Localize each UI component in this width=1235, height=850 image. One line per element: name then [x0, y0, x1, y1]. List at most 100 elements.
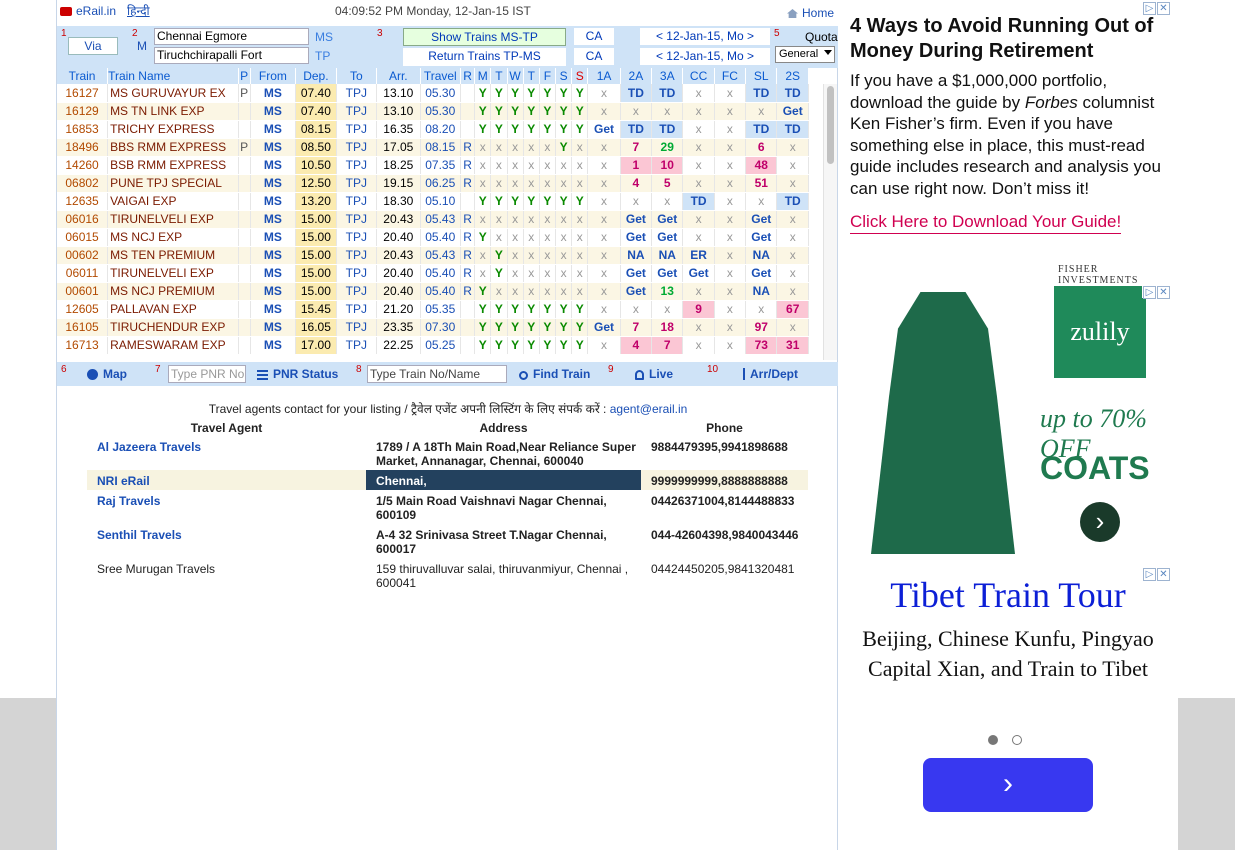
class-availability[interactable]: TD: [620, 84, 653, 103]
ad-download-link[interactable]: Click Here to Download Your Guide!: [850, 212, 1122, 234]
train-number[interactable]: 00602: [57, 246, 109, 265]
train-name[interactable]: TIRUCHENDUR EXP: [107, 318, 239, 337]
class-availability[interactable]: x: [714, 246, 747, 265]
column-header[interactable]: Travel: [420, 68, 462, 84]
table-row[interactable]: 18496 BBS RMM EXPRESS P MS 08.50 TPJ 17.05 08.1…: [57, 138, 809, 157]
class-availability[interactable]: x: [745, 102, 778, 121]
class-availability[interactable]: x: [714, 228, 747, 247]
class-availability[interactable]: Get: [587, 120, 621, 139]
zulily-ad[interactable]: zulily up to 70% OFF COATS ›: [840, 284, 1176, 562]
live-button[interactable]: Live: [635, 367, 673, 381]
class-availability[interactable]: 73: [745, 336, 778, 355]
column-header[interactable]: From: [250, 68, 297, 84]
class-availability[interactable]: 97: [745, 318, 778, 337]
class-availability[interactable]: x: [587, 156, 621, 175]
class-availability[interactable]: x: [682, 138, 715, 157]
train-number[interactable]: 12605: [57, 300, 109, 319]
column-header[interactable]: 2S: [776, 68, 809, 84]
ca-button[interactable]: CA: [574, 28, 614, 45]
class-availability[interactable]: TD: [682, 192, 715, 211]
class-availability[interactable]: Get: [745, 228, 778, 247]
class-availability[interactable]: 5: [651, 174, 684, 193]
class-availability[interactable]: Get: [651, 264, 684, 283]
column-header[interactable]: 3A: [651, 68, 684, 84]
class-availability[interactable]: Get: [651, 228, 684, 247]
class-availability[interactable]: 51: [745, 174, 778, 193]
class-availability[interactable]: x: [587, 192, 621, 211]
train-number[interactable]: 14260: [57, 156, 109, 175]
class-availability[interactable]: x: [682, 174, 715, 193]
class-availability[interactable]: x: [651, 300, 684, 319]
train-name[interactable]: BBS RMM EXPRESS: [107, 138, 239, 157]
class-availability[interactable]: x: [682, 210, 715, 229]
table-row[interactable]: 16853 TRICHY EXPRESS MS 08.15 TPJ 16.35 08.20 Y…: [57, 120, 809, 139]
class-availability[interactable]: x: [776, 228, 809, 247]
class-availability[interactable]: Get: [745, 210, 778, 229]
train-number[interactable]: 16713: [57, 336, 109, 355]
column-header[interactable]: CC: [682, 68, 715, 84]
class-availability[interactable]: x: [714, 336, 747, 355]
quota-select[interactable]: General: [775, 46, 835, 63]
class-availability[interactable]: x: [587, 138, 621, 157]
class-availability[interactable]: x: [745, 300, 778, 319]
class-availability[interactable]: x: [651, 102, 684, 121]
column-header[interactable]: P: [238, 68, 251, 84]
class-availability[interactable]: 31: [776, 336, 809, 355]
class-availability[interactable]: x: [651, 192, 684, 211]
train-name[interactable]: PUNE TPJ SPECIAL: [107, 174, 239, 193]
hindi-link[interactable]: हिन्दी: [127, 2, 150, 19]
class-availability[interactable]: 7: [620, 138, 653, 157]
class-availability[interactable]: x: [620, 192, 653, 211]
class-availability[interactable]: x: [587, 102, 621, 121]
class-availability[interactable]: x: [587, 228, 621, 247]
column-header[interactable]: 2A: [620, 68, 653, 84]
tibet-ad[interactable]: Tibet Train Tour Beijing, Chinese Kunfu,…: [838, 574, 1178, 812]
class-availability[interactable]: NA: [745, 282, 778, 301]
class-availability[interactable]: x: [682, 336, 715, 355]
table-row[interactable]: 16713 RAMESWARAM EXP MS 17.00 TPJ 22.25 05.25 Y…: [57, 336, 809, 355]
train-name[interactable]: TIRUNELVELI EXP: [107, 264, 239, 283]
train-number[interactable]: 06015: [57, 228, 109, 247]
class-availability[interactable]: x: [776, 282, 809, 301]
train-number[interactable]: 00601: [57, 282, 109, 301]
class-availability[interactable]: 13: [651, 282, 684, 301]
class-availability[interactable]: TD: [776, 192, 809, 211]
class-availability[interactable]: x: [682, 282, 715, 301]
column-header[interactable]: F: [539, 68, 557, 84]
class-availability[interactable]: 67: [776, 300, 809, 319]
train-name[interactable]: MS NCJ EXP: [107, 228, 239, 247]
column-header[interactable]: T: [523, 68, 540, 84]
class-availability[interactable]: Get: [620, 210, 653, 229]
column-header[interactable]: M: [474, 68, 492, 84]
train-name[interactable]: MS TN LINK EXP: [107, 102, 239, 121]
train-name[interactable]: RAMESWARAM EXP: [107, 336, 239, 355]
ad-choices[interactable]: ▷ ✕: [1142, 0, 1170, 15]
class-availability[interactable]: x: [682, 84, 715, 103]
arr-dept-button[interactable]: Arr/Dept: [743, 367, 798, 381]
pnr-status-button[interactable]: PNR Status: [257, 367, 338, 381]
train-name[interactable]: PALLAVAN EXP: [107, 300, 239, 319]
scrollbar[interactable]: [823, 84, 837, 360]
home-link[interactable]: Home: [787, 6, 834, 20]
class-availability[interactable]: NA: [745, 246, 778, 265]
date-selector[interactable]: < 12-Jan-15, Mo >: [640, 28, 770, 45]
train-number[interactable]: 16127: [57, 84, 109, 103]
column-header[interactable]: S: [571, 68, 589, 84]
ca-button[interactable]: CA: [574, 48, 614, 65]
class-availability[interactable]: TD: [620, 120, 653, 139]
class-availability[interactable]: x: [587, 84, 621, 103]
class-availability[interactable]: x: [776, 174, 809, 193]
show-trains-button[interactable]: Show Trains MS-TP: [403, 28, 566, 46]
column-header[interactable]: Train Name: [107, 68, 239, 84]
class-availability[interactable]: TD: [651, 120, 684, 139]
ad-info-icon[interactable]: ▷: [1143, 286, 1156, 299]
class-availability[interactable]: 1: [620, 156, 653, 175]
train-search-input[interactable]: Type Train No/Name: [367, 365, 507, 383]
train-name[interactable]: MS TEN PREMIUM: [107, 246, 239, 265]
chevron-right-icon[interactable]: ›: [1080, 502, 1120, 542]
class-availability[interactable]: 7: [651, 336, 684, 355]
class-availability[interactable]: x: [714, 300, 747, 319]
agent-name[interactable]: Senthil Travels: [87, 524, 366, 558]
table-row[interactable]: 16127 MS GURUVAYUR EX P MS 07.40 TPJ 13.10 05.3…: [57, 84, 809, 103]
class-availability[interactable]: x: [682, 102, 715, 121]
